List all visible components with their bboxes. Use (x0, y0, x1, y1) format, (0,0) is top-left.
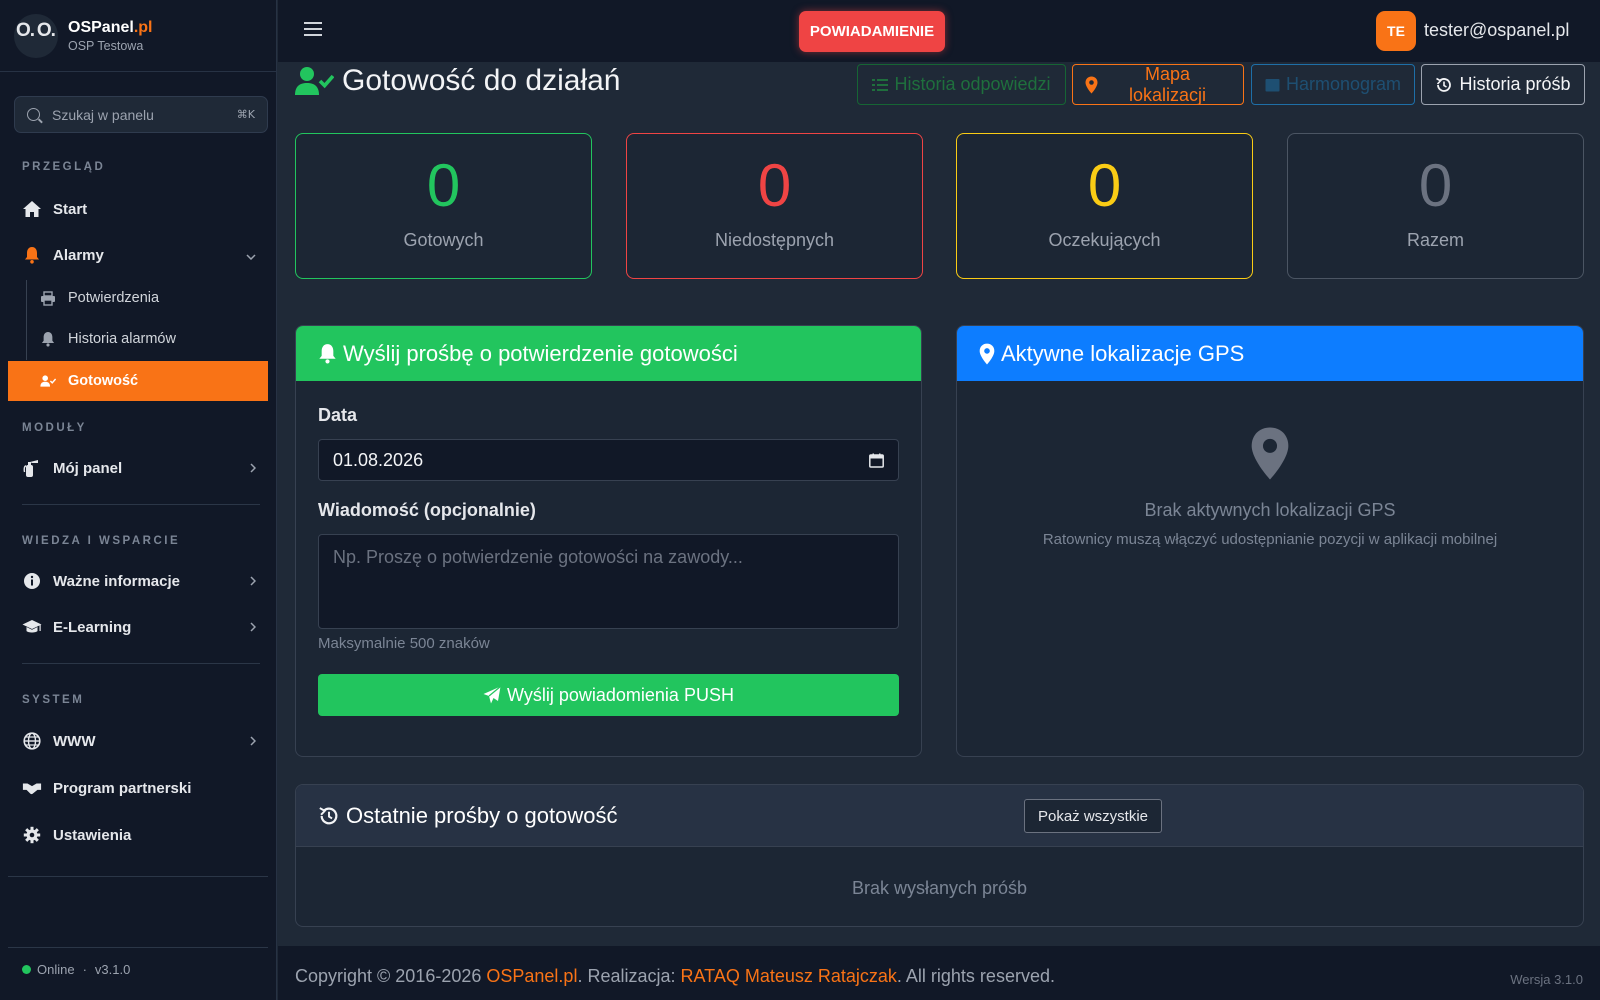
sidebar-divider (22, 504, 260, 505)
graduation-cap-icon (22, 617, 42, 637)
date-field[interactable]: 01.08.2026 (318, 439, 899, 481)
list-icon (872, 78, 889, 92)
sidebar-item-important-info[interactable]: Ważne informacje (8, 561, 268, 601)
calendar-icon (1265, 77, 1280, 92)
map-marker-icon (1085, 76, 1098, 94)
readiness-request-form: Wyślij prośbę o potwierdzenie gotowości … (295, 325, 922, 757)
user-check-icon (40, 373, 56, 389)
sidebar-status: Online · v3.1.0 (22, 962, 130, 977)
show-all-button[interactable]: Pokaż wszystkie (1024, 799, 1162, 833)
sidebar-divider (22, 663, 260, 664)
author-link[interactable]: RATAQ Mateusz Ratajczak (681, 966, 897, 986)
gps-locations-card: Aktywne lokalizacje GPS Brak aktywnych l… (956, 325, 1584, 757)
brand-link[interactable]: OSPanel.pl (486, 966, 577, 986)
gps-empty-state: Brak aktywnych lokalizacji GPS Ratownicy… (957, 426, 1583, 548)
sidebar-item-elearning[interactable]: E-Learning (8, 607, 268, 647)
recent-card-header: Ostatnie prośby o gotowość (296, 785, 1583, 847)
sidebar-item-my-panel[interactable]: Mój panel (8, 448, 268, 488)
answers-history-button[interactable]: Historia odpowiedzi (857, 64, 1066, 105)
info-icon (22, 571, 42, 591)
stat-pending: 0 Oczekujących (956, 133, 1253, 279)
sidebar-item-start[interactable]: Start (8, 189, 268, 229)
message-hint: Maksymalnie 500 znaków (318, 635, 490, 652)
sidebar-item-confirmations[interactable]: Potwierdzenia (8, 278, 268, 318)
chevron-right-icon (250, 734, 257, 749)
section-label-system: SYSTEM (22, 694, 85, 706)
sidebar: Ο. O. OSPanel.pl OSP Testowa ⌘K PRZEGLĄD… (0, 0, 277, 1000)
topbar: POWIADAMIENIE TE tester@ospanel.pl (278, 0, 1600, 62)
sidebar-item-settings[interactable]: Ustawienia (8, 815, 268, 855)
printer-icon (40, 290, 56, 306)
user-email[interactable]: tester@ospanel.pl (1424, 20, 1569, 41)
section-label-overview: PRZEGLĄD (22, 161, 106, 173)
requests-history-button[interactable]: Historia próśb (1421, 64, 1585, 105)
sidebar-divider (8, 947, 268, 948)
menu-toggle-icon[interactable] (304, 22, 322, 36)
sidebar-item-www[interactable]: WWW (8, 721, 268, 761)
sidebar-version: v3.1.0 (94, 962, 131, 977)
brand-logo: Ο. O. (14, 13, 58, 58)
bell-icon (318, 343, 337, 364)
avatar[interactable]: TE (1376, 11, 1416, 51)
fire-extinguisher-icon (22, 458, 42, 478)
calendar-icon[interactable] (869, 453, 884, 468)
message-label: Wiadomość (opcjonalnie) (318, 500, 536, 520)
copyright: Copyright © 2016-2026 OSPanel.pl. Realiz… (295, 966, 1055, 986)
recent-requests-card: Ostatnie prośby o gotowość Pokaż wszystk… (295, 784, 1584, 927)
brand-title: OSPanel.pl (68, 18, 153, 36)
stat-total: 0 Razem (1287, 133, 1584, 279)
form-card-header: Wyślij prośbę o potwierdzenie gotowości (296, 326, 921, 381)
bell-icon (22, 245, 42, 265)
page-title: Gotowość do działań (294, 64, 621, 98)
brand[interactable]: Ο. O. OSPanel.pl OSP Testowa (0, 0, 276, 72)
gear-icon (22, 825, 42, 845)
send-push-button[interactable]: Wyślij powiadomienia PUSH (318, 674, 899, 716)
paper-plane-icon (483, 686, 501, 704)
section-label-modules: MODUŁY (22, 422, 87, 434)
handshake-icon (22, 778, 42, 798)
date-label: Data (318, 405, 358, 425)
user-check-icon (294, 65, 334, 97)
chevron-right-icon (250, 461, 257, 476)
notify-button[interactable]: POWIADAMIENIE (799, 11, 945, 52)
sidebar-search[interactable]: ⌘K (14, 96, 268, 133)
sidebar-divider (8, 876, 268, 877)
search-shortcut: ⌘K (236, 108, 255, 121)
recent-empty-state: Brak wysłanych próśb (851, 878, 1028, 898)
sidebar-item-alarms[interactable]: Alarmy (8, 235, 268, 275)
message-textarea[interactable] (318, 534, 899, 629)
stat-ready: 0 Gotowych (295, 133, 592, 279)
chevron-down-icon (246, 248, 256, 263)
map-marker-icon (1250, 426, 1290, 486)
online-status-dot (22, 965, 31, 974)
brand-subtitle: OSP Testowa (68, 38, 144, 53)
chevron-right-icon (250, 620, 257, 635)
history-icon (318, 805, 340, 827)
footer-version: Wersja 3.1.0 (1510, 972, 1583, 987)
footer: Copyright © 2016-2026 OSPanel.pl. Realiz… (278, 946, 1600, 1000)
history-icon (1435, 76, 1453, 94)
home-icon (22, 199, 42, 219)
sidebar-item-alarm-history[interactable]: Historia alarmów (8, 319, 268, 359)
globe-icon (22, 731, 42, 751)
section-label-knowledge: WIEDZA I WSPARCIE (22, 535, 181, 547)
chevron-right-icon (250, 574, 257, 589)
schedule-button[interactable]: Harmonogram (1251, 64, 1415, 105)
search-input[interactable] (52, 106, 222, 123)
sidebar-item-readiness[interactable]: Gotowość (8, 361, 268, 401)
search-icon (27, 108, 40, 121)
sidebar-item-partner-program[interactable]: Program partnerski (8, 768, 268, 808)
gps-card-header: Aktywne lokalizacje GPS (957, 326, 1583, 381)
map-marker-icon (979, 343, 995, 365)
stat-unavailable: 0 Niedostępnych (626, 133, 923, 279)
bell-icon (40, 331, 56, 347)
location-map-button[interactable]: Mapa lokalizacji (1072, 64, 1244, 105)
